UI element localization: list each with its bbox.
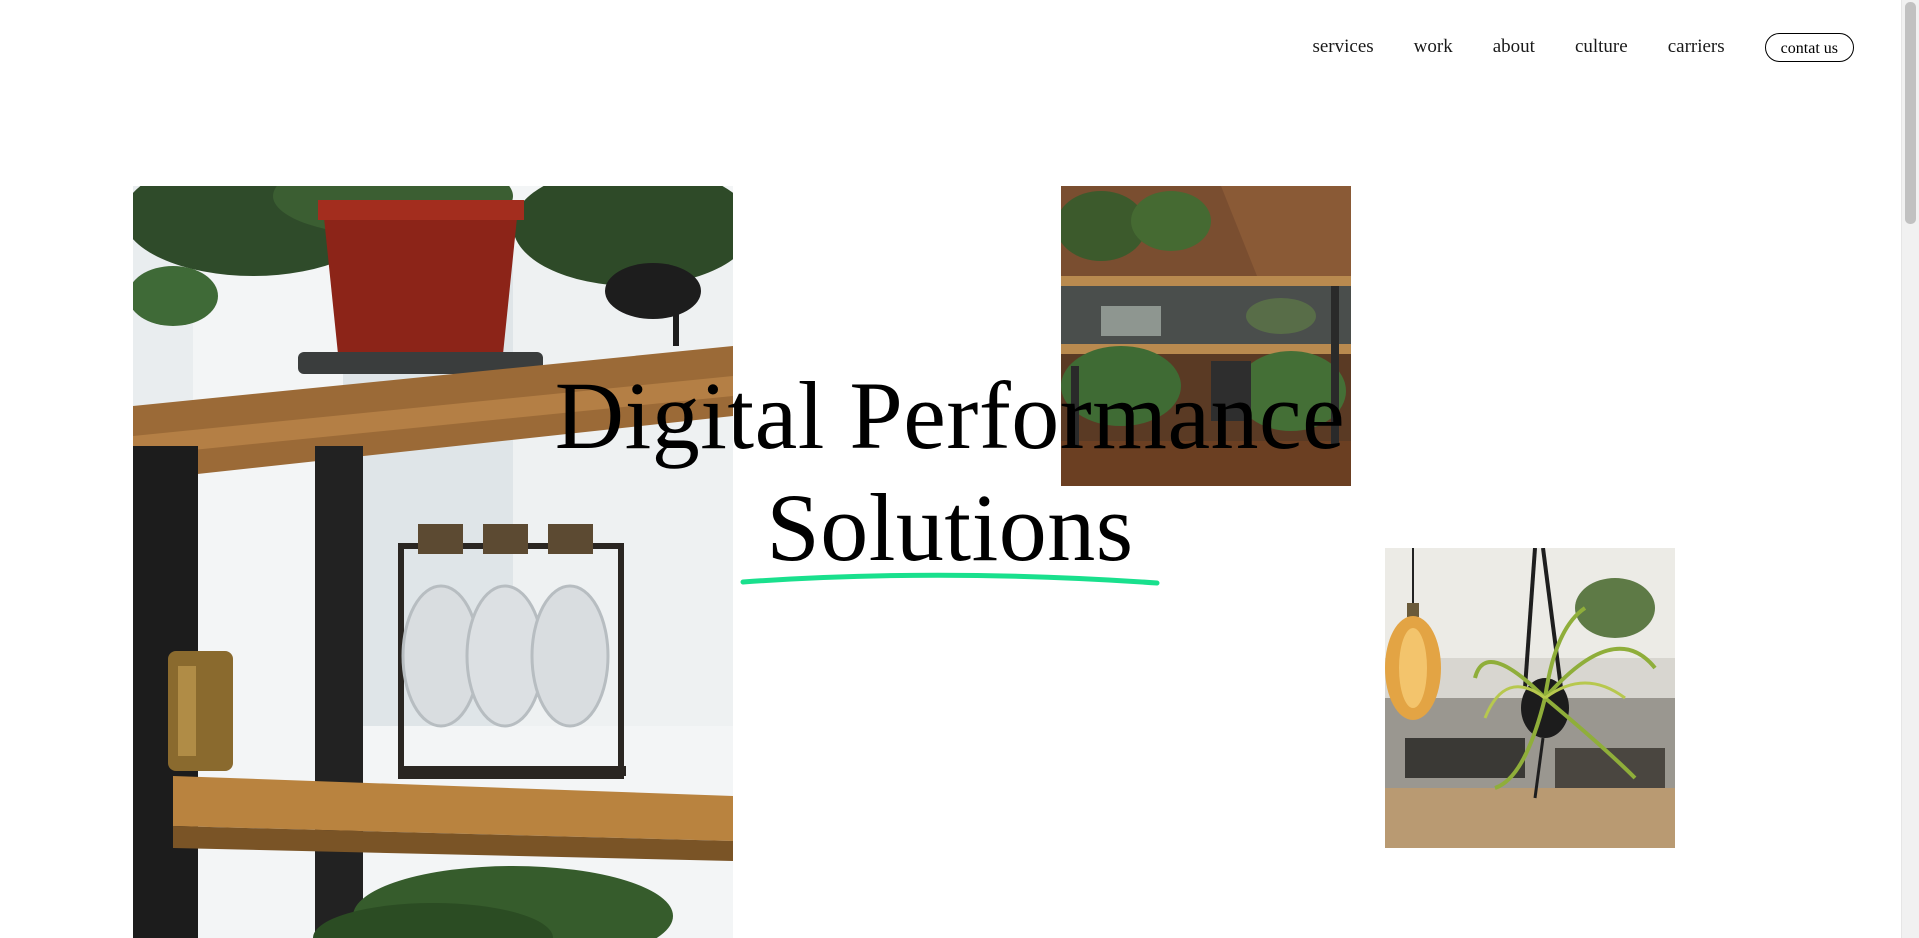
office-shelves-photo <box>1061 186 1351 486</box>
vertical-scrollbar[interactable] <box>1901 0 1919 938</box>
contact-us-button[interactable]: contat us <box>1764 32 1854 62</box>
hanging-plant-bulb-photo <box>1385 548 1675 848</box>
nav-culture-link[interactable]: culture <box>1575 30 1628 64</box>
nav-work-link[interactable]: work <box>1414 30 1453 64</box>
main-nav: services work about culture carriers con… <box>1312 30 1854 64</box>
nav-services-link[interactable]: services <box>1312 30 1373 64</box>
nav-carriers-link[interactable]: carriers <box>1668 30 1725 64</box>
scrollbar-thumb[interactable] <box>1905 2 1916 224</box>
hero-underline-decoration <box>740 572 1160 586</box>
shelf-plants-photo <box>133 186 733 938</box>
nav-about-link[interactable]: about <box>1493 30 1535 64</box>
